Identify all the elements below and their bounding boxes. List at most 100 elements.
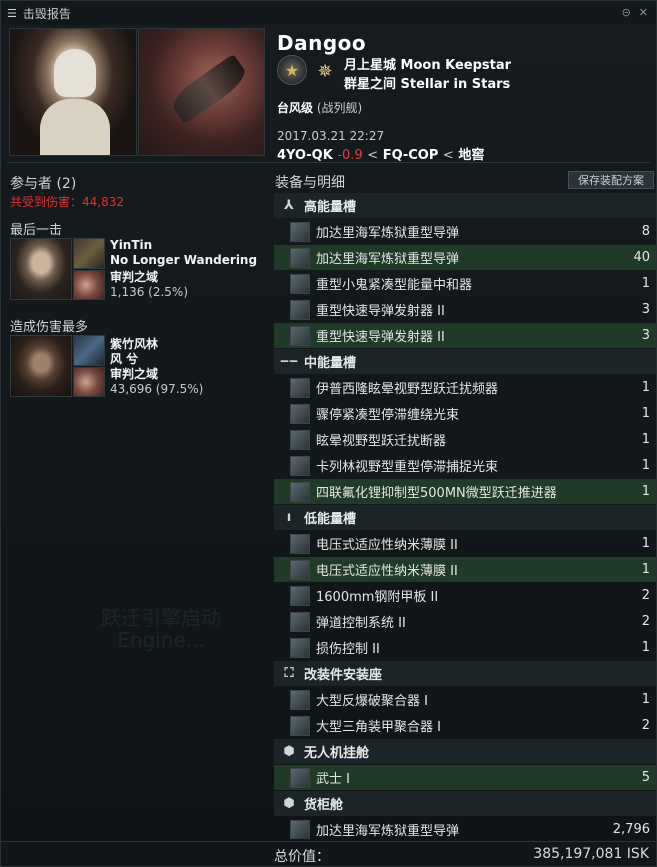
fitting-item-row[interactable]: 四联氟化锂抑制型500MN微型跃迁推进器 1 bbox=[274, 479, 656, 504]
victim-portrait[interactable] bbox=[9, 28, 137, 156]
slot-header-mid[interactable]: ‒‒ 中能量槽 bbox=[274, 349, 656, 374]
fitting-item-row[interactable]: 电压式适应性纳米薄膜 II 1 bbox=[274, 557, 656, 582]
fitting-item-row[interactable]: 电压式适应性纳米薄膜 II 1 bbox=[274, 531, 656, 556]
attacker-weapon-icon[interactable] bbox=[73, 270, 105, 300]
attacker-name[interactable]: YinTin bbox=[110, 238, 152, 252]
fitting-item-row[interactable]: 加达里海军炼狱重型导弹 40 bbox=[274, 245, 656, 270]
item-name: 加达里海军炼狱重型导弹 bbox=[316, 824, 460, 839]
attacker-ship-icon[interactable] bbox=[73, 238, 105, 269]
item-quantity: 1 bbox=[641, 484, 650, 499]
item-icon[interactable] bbox=[290, 403, 310, 424]
slot-header-low[interactable]: ı 低能量槽 bbox=[274, 505, 656, 530]
item-name: 1600mm钢附甲板 II bbox=[316, 590, 439, 605]
item-quantity: 1 bbox=[641, 640, 650, 655]
item-icon[interactable] bbox=[290, 767, 310, 788]
slot-header-drone[interactable]: ⬢ 无人机挂舱 bbox=[274, 739, 656, 764]
item-quantity: 3 bbox=[641, 328, 650, 343]
fitting-item-row[interactable]: 重型快速导弹发射器 II 3 bbox=[274, 297, 656, 322]
final-blow-label: 最后一击 bbox=[10, 223, 63, 238]
final-blow-attacker[interactable]: YinTin No Longer Wandering 审判之域 1,136 (2… bbox=[10, 238, 268, 302]
fitting-item-row[interactable]: 卡列林视野型重型停滞捕捉光束 1 bbox=[274, 453, 656, 478]
victim-name[interactable]: Dangoo bbox=[277, 31, 366, 55]
attacker-damage: 43,696 (97.5%) bbox=[110, 382, 204, 396]
item-name: 电压式适应性纳米薄膜 II bbox=[316, 538, 458, 553]
fitting-item-row[interactable]: 1600mm钢附甲板 II 2 bbox=[274, 583, 656, 608]
item-icon[interactable] bbox=[290, 559, 310, 580]
location-separator: < bbox=[367, 148, 379, 163]
kill-location: 4YO-QK -0.9 < FQ-COP < 地窖 bbox=[277, 144, 484, 163]
fitting-item-row[interactable]: 武士 I 5 bbox=[274, 765, 656, 790]
victim-corp[interactable]: 月上星城 Moon Keepstar bbox=[344, 54, 511, 73]
item-icon[interactable] bbox=[290, 481, 310, 502]
item-icon[interactable] bbox=[290, 611, 310, 632]
item-quantity: 1 bbox=[641, 458, 650, 473]
header-divider bbox=[7, 162, 650, 163]
fitting-item-row[interactable]: 加达里海军炼狱重型导弹 8 bbox=[274, 219, 656, 244]
window-titlebar[interactable]: ☰ 击毁报告 ⊝ ✕ bbox=[1, 1, 656, 25]
fitting-item-row[interactable]: 损伤控制 II 1 bbox=[274, 635, 656, 660]
slot-header-high[interactable]: ⅄ 高能量槽 bbox=[274, 193, 656, 218]
fitting-item-row[interactable]: 骤停紧凑型停滞缠绕光束 1 bbox=[274, 401, 656, 426]
save-fitting-button[interactable]: 保存装配方案 bbox=[568, 171, 654, 189]
victim-ship-image[interactable] bbox=[138, 28, 265, 156]
alliance-logo[interactable]: ✵ bbox=[311, 57, 339, 85]
attacker-weapon-icon[interactable] bbox=[73, 367, 105, 397]
top-damage-attacker[interactable]: 紫竹风林 风 兮 审判之域 43,696 (97.5%) bbox=[10, 335, 268, 399]
item-icon[interactable] bbox=[290, 325, 310, 346]
item-icon[interactable] bbox=[290, 299, 310, 320]
region-name[interactable]: 地窖 bbox=[458, 148, 484, 163]
item-icon[interactable] bbox=[290, 221, 310, 242]
participants-title[interactable]: 参与者 (2) bbox=[10, 173, 76, 193]
attacker-damage: 1,136 (2.5%) bbox=[110, 285, 189, 299]
fitting-item-row[interactable]: 伊普西隆眩晕视野型跃迁扰频器 1 bbox=[274, 375, 656, 400]
security-status: -0.9 bbox=[337, 148, 363, 163]
attacker-ship-icon[interactable] bbox=[73, 335, 105, 366]
close-icon[interactable]: ✕ bbox=[639, 6, 648, 19]
item-icon[interactable] bbox=[290, 429, 310, 450]
constellation-name[interactable]: FQ-COP bbox=[383, 148, 439, 163]
fitting-item-row[interactable]: 大型三角装甲聚合器 I 2 bbox=[274, 713, 656, 738]
item-icon[interactable] bbox=[290, 533, 310, 554]
background-watermark: 跃迁引擎启动 Engine... bbox=[61, 607, 261, 651]
item-icon[interactable] bbox=[290, 637, 310, 658]
fitting-item-row[interactable]: 加达里海军炼狱重型导弹 2,796 bbox=[274, 817, 656, 839]
slot-header-rig[interactable]: ⛶ 改装件安装座 bbox=[274, 661, 656, 686]
item-quantity: 40 bbox=[633, 250, 650, 265]
item-icon[interactable] bbox=[290, 585, 310, 606]
slot-header-label: 低能量槽 bbox=[304, 512, 357, 527]
fitting-list[interactable]: ⅄ 高能量槽 加达里海军炼狱重型导弹 8 加达里海军炼狱重型导弹 40 重型小鬼紧凑型能量中… bbox=[274, 193, 656, 839]
item-name: 武士 I bbox=[316, 772, 350, 787]
victim-alliance[interactable]: 群星之间 Stellar in Stars bbox=[344, 73, 510, 92]
item-name: 眩晕视野型跃迁扰断器 bbox=[316, 434, 447, 449]
slot-header-cargo[interactable]: ⬢ 货柜舱 bbox=[274, 791, 656, 816]
item-icon[interactable] bbox=[290, 819, 310, 839]
item-name: 弹道控制系统 II bbox=[316, 616, 406, 631]
item-icon[interactable] bbox=[290, 689, 310, 710]
corp-logo[interactable]: ★ bbox=[277, 55, 307, 85]
attacker-alliance[interactable]: 审判之域 bbox=[110, 365, 158, 382]
system-name[interactable]: 4YO-QK bbox=[277, 148, 333, 163]
item-name: 重型快速导弹发射器 II bbox=[316, 304, 445, 319]
attacker-alliance[interactable]: 审判之域 bbox=[110, 268, 158, 285]
attacker-portrait[interactable] bbox=[10, 238, 72, 300]
item-icon[interactable] bbox=[290, 377, 310, 398]
total-value-label: 总价值： bbox=[274, 849, 330, 865]
fitting-item-row[interactable]: 重型快速导弹发射器 II 3 bbox=[274, 323, 656, 348]
fitting-item-row[interactable]: 弹道控制系统 II 2 bbox=[274, 609, 656, 634]
item-quantity: 1 bbox=[641, 562, 650, 577]
item-name: 损伤控制 II bbox=[316, 642, 380, 657]
fitting-item-row[interactable]: 大型反爆破聚合器 I 1 bbox=[274, 687, 656, 712]
minimize-icon[interactable]: ⊝ bbox=[622, 6, 631, 19]
victim-ship-name[interactable]: 台风级 bbox=[277, 101, 313, 115]
item-quantity: 3 bbox=[641, 302, 650, 317]
fitting-item-row[interactable]: 重型小鬼紧凑型能量中和器 1 bbox=[274, 271, 656, 296]
item-icon[interactable] bbox=[290, 715, 310, 736]
attacker-portrait[interactable] bbox=[10, 335, 72, 397]
fitting-item-row[interactable]: 眩晕视野型跃迁扰断器 1 bbox=[274, 427, 656, 452]
item-icon[interactable] bbox=[290, 247, 310, 268]
item-icon[interactable] bbox=[290, 455, 310, 476]
victim-ship-line: 台风级 (战列舰) bbox=[277, 99, 362, 116]
attacker-corp[interactable]: No Longer Wandering bbox=[110, 253, 257, 267]
item-icon[interactable] bbox=[290, 273, 310, 294]
window-menu-icon[interactable]: ☰ bbox=[7, 7, 17, 20]
